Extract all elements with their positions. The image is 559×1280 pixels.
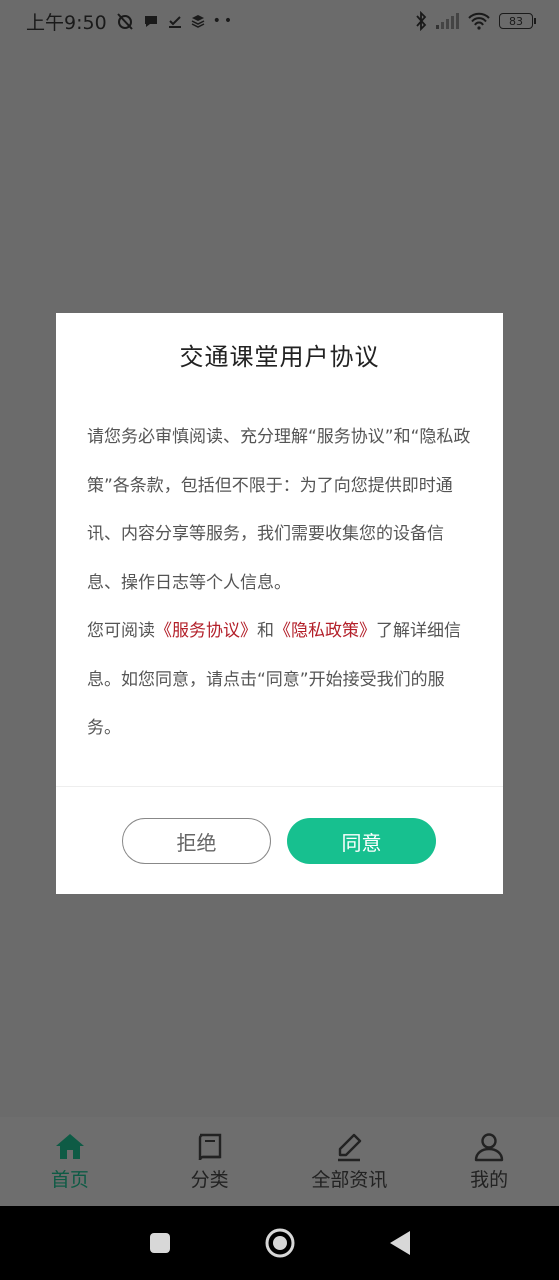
refuse-button[interactable]: 拒绝 (122, 818, 271, 864)
status-time: 上午9:50 (26, 11, 107, 34)
status-left: 上午9:50 •• (26, 8, 235, 35)
privacy-policy-link[interactable]: 《隐私政策》 (274, 621, 376, 641)
home-icon (55, 1134, 84, 1159)
paragraph-prefix: 您可阅读 (87, 621, 155, 641)
agreement-paragraph: 请您务必审慎阅读、充分理解“服务协议”和“隐私政策”各条款，包括但不限于：为了向… (87, 427, 471, 593)
wifi-icon (468, 12, 490, 30)
nav-news-label: 全部资讯 (311, 1169, 388, 1191)
home-circle-icon[interactable] (264, 1227, 296, 1259)
bottom-nav: 首页 分类 全部资讯 我的 (0, 1117, 559, 1206)
back-icon[interactable] (388, 1230, 412, 1256)
bluetooth-icon (416, 11, 427, 31)
system-nav-bar (0, 1206, 559, 1280)
agreement-dialog: 交通课堂用户协议 请您务必审慎阅读、充分理解“服务协议”和“隐私政策”各条款，包… (56, 313, 503, 894)
nav-home-label: 首页 (50, 1169, 89, 1191)
agreement-links-paragraph: 您可阅读《服务协议》和《隐私政策》了解详细信息。如您同意，请点击“同意”开始接受… (87, 607, 477, 753)
download-done-icon (168, 16, 181, 28)
nav-news[interactable]: 全部资讯 (280, 1117, 420, 1206)
dialog-title: 交通课堂用户协议 (179, 343, 380, 371)
paragraph-and: 和 (257, 621, 274, 641)
signal-icon (436, 13, 459, 29)
status-bar: 上午9:50 •• 83 (0, 0, 559, 42)
recents-icon[interactable] (148, 1231, 172, 1255)
dialog-body: 请您务必审慎阅读、充分理解“服务协议”和“隐私政策”各条款，包括但不限于：为了向… (87, 413, 477, 753)
dialog-divider (56, 786, 503, 787)
nav-mine[interactable]: 我的 (419, 1117, 559, 1206)
layers-icon (191, 15, 205, 28)
more-dots-icon: •• (212, 13, 236, 29)
status-right: 83 (415, 11, 536, 31)
nav-home[interactable]: 首页 (0, 1117, 140, 1206)
battery-level: 83 (509, 14, 523, 28)
agree-button[interactable]: 同意 (287, 818, 436, 864)
nav-mine-label: 我的 (470, 1169, 509, 1191)
nav-category-label: 分类 (190, 1169, 229, 1191)
pencil-icon (338, 1133, 362, 1162)
alarm-off-icon (116, 13, 133, 30)
nav-category[interactable]: 分类 (140, 1117, 280, 1206)
battery-icon: 83 (499, 13, 536, 29)
book-icon (198, 1133, 221, 1161)
user-icon (474, 1133, 504, 1162)
service-agreement-link[interactable]: 《服务协议》 (155, 621, 257, 641)
chat-bubble-icon (144, 16, 157, 27)
